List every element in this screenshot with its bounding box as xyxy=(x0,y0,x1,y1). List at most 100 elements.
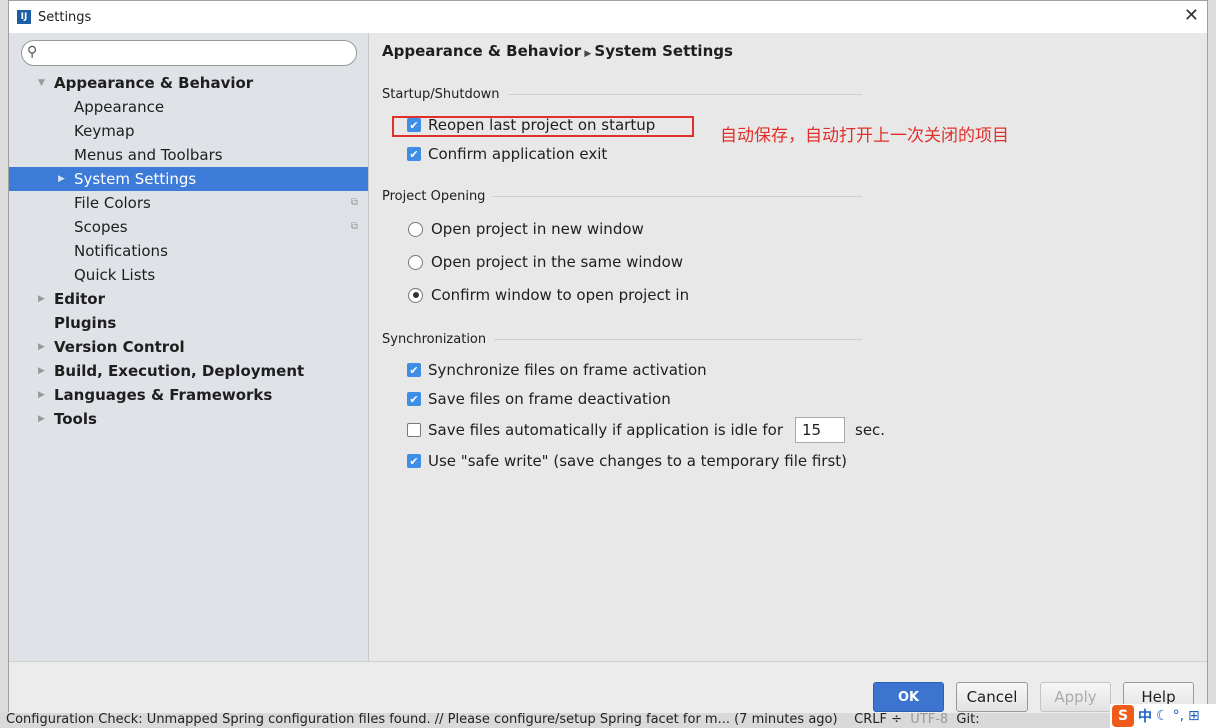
checkbox-checked-icon: ✔ xyxy=(407,363,421,377)
open-same-window-radio[interactable]: Open project in the same window xyxy=(408,253,683,271)
synchronization-group-header: Synchronization xyxy=(382,332,862,347)
sidebar-item-label: Editor xyxy=(54,290,105,308)
save-frame-deactivation-checkbox[interactable]: ✔ Save files on frame deactivation xyxy=(407,390,671,408)
expand-arrow-down-icon[interactable]: ▼ xyxy=(38,71,45,95)
project-scope-copy-icon: ⧉ xyxy=(350,197,358,208)
sidebar-item-file-colors[interactable]: File Colors ⧉ xyxy=(9,191,368,215)
settings-sidebar: ⚲ ▼ Appearance & Behavior Appearance Keymap… xyxy=(9,33,369,661)
dialog-footer: OK Cancel Apply Help xyxy=(9,661,1207,713)
sidebar-item-label: Tools xyxy=(54,410,97,428)
expand-arrow-right-icon[interactable]: ▶ xyxy=(38,335,45,359)
safe-write-checkbox[interactable]: ✔ Use "safe write" (save changes to a tem… xyxy=(407,452,847,470)
option-label: Confirm application exit xyxy=(428,145,608,163)
sidebar-item-menus-and-toolbars[interactable]: Menus and Toolbars xyxy=(9,143,368,167)
sidebar-item-appearance[interactable]: Appearance xyxy=(9,95,368,119)
expand-arrow-right-icon[interactable]: ▶ xyxy=(38,383,45,407)
expand-arrow-right-icon[interactable]: ▶ xyxy=(38,359,45,383)
title-bar: IJ Settings xyxy=(9,1,1207,33)
line-separator[interactable]: CRLF ÷ xyxy=(854,712,902,727)
annotation-note: 自动保存，自动打开上一次关闭的项目 xyxy=(720,126,1009,146)
sidebar-item-version-control[interactable]: ▶ Version Control xyxy=(9,335,368,359)
sidebar-item-plugins[interactable]: Plugins xyxy=(9,311,368,335)
sidebar-item-label: Appearance xyxy=(74,98,165,116)
sidebar-item-quick-lists[interactable]: Quick Lists xyxy=(9,263,368,287)
apply-button[interactable]: Apply xyxy=(1040,682,1111,712)
close-icon[interactable]: ✕ xyxy=(1184,5,1199,26)
sidebar-item-languages-frameworks[interactable]: ▶ Languages & Frameworks xyxy=(9,383,368,407)
system-tray: S 中 ☾ °, ⊞ xyxy=(1110,704,1216,728)
encoding[interactable]: UTF-8 xyxy=(910,712,948,727)
sidebar-item-label: Scopes xyxy=(74,218,128,236)
group-title: Project Opening xyxy=(382,189,486,204)
ok-button[interactable]: OK xyxy=(873,682,944,712)
sidebar-item-label: Notifications xyxy=(74,242,168,260)
idle-unit-label: sec. xyxy=(855,421,886,439)
git-branch[interactable]: Git: xyxy=(956,712,979,727)
confirm-window-radio[interactable]: Confirm window to open project in xyxy=(408,286,689,304)
breadcrumb: Appearance & Behavior ▶ System Settings xyxy=(382,42,733,60)
sogou-ime-icon[interactable]: S xyxy=(1112,705,1134,727)
expand-arrow-right-icon[interactable]: ▶ xyxy=(58,167,65,191)
checkbox-checked-icon: ✔ xyxy=(407,392,421,406)
option-label: Open project in new window xyxy=(431,220,644,238)
sidebar-item-system-settings[interactable]: ▶ System Settings xyxy=(9,167,368,191)
punctuation-icon[interactable]: °, xyxy=(1173,708,1184,724)
ime-language-toggle[interactable]: 中 xyxy=(1138,706,1152,726)
sidebar-item-keymap[interactable]: Keymap xyxy=(9,119,368,143)
option-label: Open project in the same window xyxy=(431,253,684,271)
sidebar-item-notifications[interactable]: Notifications xyxy=(9,239,368,263)
intellij-logo-icon: IJ xyxy=(17,10,31,24)
keyboard-icon[interactable]: ⊞ xyxy=(1188,708,1200,724)
sidebar-item-build-execution-deployment[interactable]: ▶ Build, Execution, Deployment xyxy=(9,359,368,383)
idle-seconds-input[interactable]: 15 xyxy=(795,417,845,443)
expand-arrow-right-icon[interactable]: ▶ xyxy=(38,407,45,431)
sidebar-item-tools[interactable]: ▶ Tools xyxy=(9,407,368,431)
breadcrumb-separator-icon: ▶ xyxy=(581,49,595,59)
breadcrumb-parent[interactable]: Appearance & Behavior xyxy=(382,42,581,60)
option-label: Confirm window to open project in xyxy=(431,286,690,304)
startup-group-header: Startup/Shutdown xyxy=(382,87,862,102)
search-icon: ⚲ xyxy=(27,44,38,60)
divider xyxy=(493,196,862,197)
sidebar-item-label: Languages & Frameworks xyxy=(54,386,273,404)
checkbox-checked-icon: ✔ xyxy=(407,147,421,161)
option-label: Save files automatically if application … xyxy=(428,421,783,439)
sync-frame-activation-checkbox[interactable]: ✔ Synchronize files on frame activation xyxy=(407,361,707,379)
breadcrumb-current: System Settings xyxy=(594,42,733,60)
settings-content: Appearance & Behavior ▶ System Settings … xyxy=(370,33,1207,661)
save-idle-checkbox[interactable] xyxy=(407,423,421,437)
option-label: Use "safe write" (save changes to a temp… xyxy=(428,452,848,470)
divider xyxy=(494,339,862,340)
sidebar-item-label: System Settings xyxy=(74,170,197,188)
option-label: Save files on frame deactivation xyxy=(428,390,671,408)
save-idle-row: Save files automatically if application … xyxy=(407,417,885,443)
project-scope-copy-icon: ⧉ xyxy=(350,221,358,232)
group-title: Synchronization xyxy=(382,332,487,347)
radio-icon xyxy=(408,254,423,270)
status-message: Configuration Check: Unmapped Spring con… xyxy=(6,712,838,727)
project-opening-group-header: Project Opening xyxy=(382,189,862,204)
moon-icon[interactable]: ☾ xyxy=(1156,708,1169,724)
cancel-button[interactable]: Cancel xyxy=(956,682,1028,712)
radio-selected-icon xyxy=(408,287,423,303)
sidebar-item-label: Build, Execution, Deployment xyxy=(54,362,305,380)
checkbox-checked-icon: ✔ xyxy=(407,454,421,468)
sidebar-item-label: Quick Lists xyxy=(74,266,156,284)
radio-icon xyxy=(408,221,423,237)
group-title: Startup/Shutdown xyxy=(382,87,500,102)
sidebar-item-label: File Colors xyxy=(74,194,151,212)
sidebar-item-label: Menus and Toolbars xyxy=(74,146,223,164)
expand-arrow-right-icon[interactable]: ▶ xyxy=(38,287,45,311)
settings-dialog: IJ Settings ✕ ⚲ ▼ Appearance & Behavior Ap… xyxy=(8,0,1208,713)
confirm-exit-checkbox[interactable]: ✔ Confirm application exit xyxy=(407,145,607,163)
option-label: Synchronize files on frame activation xyxy=(428,361,707,379)
sidebar-item-appearance-behavior[interactable]: ▼ Appearance & Behavior xyxy=(9,71,368,95)
sidebar-item-label: Plugins xyxy=(54,314,117,332)
sidebar-item-editor[interactable]: ▶ Editor xyxy=(9,287,368,311)
open-new-window-radio[interactable]: Open project in new window xyxy=(408,220,644,238)
window-title: Settings xyxy=(38,9,92,25)
divider xyxy=(507,94,862,95)
sidebar-item-scopes[interactable]: Scopes ⧉ xyxy=(9,215,368,239)
search-input[interactable]: ⚲ xyxy=(21,40,357,66)
ide-status-bar: Configuration Check: Unmapped Spring con… xyxy=(0,712,1216,728)
